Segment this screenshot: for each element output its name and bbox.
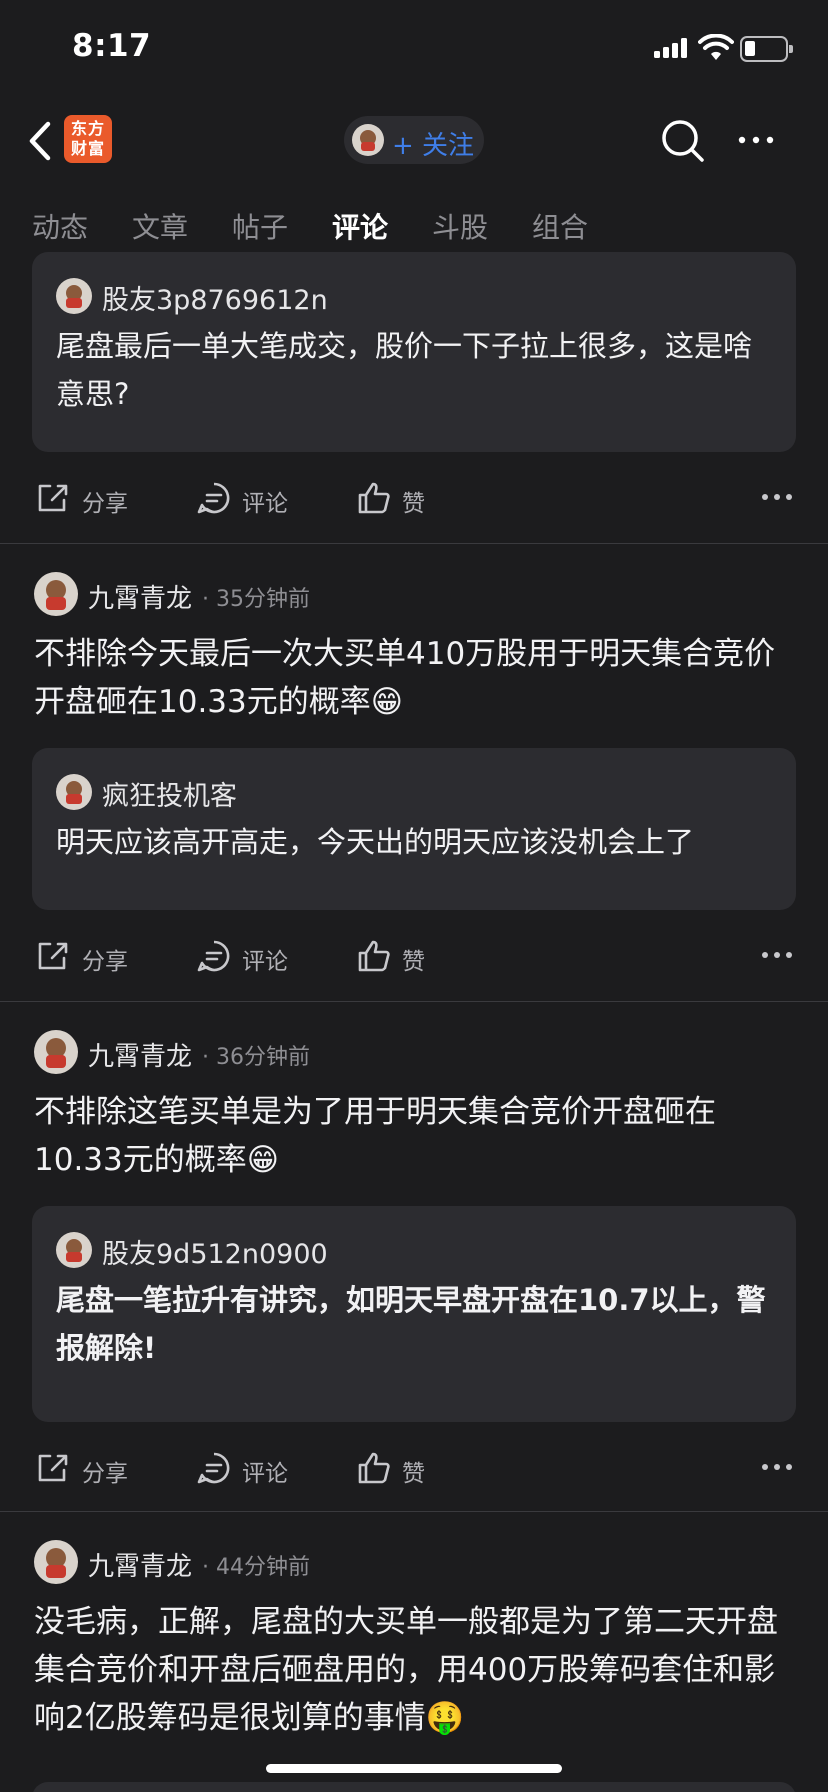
quoted-author-name[interactable]: 股友3p8769612n <box>102 278 328 317</box>
quoted-text: 明天应该高开高走，今天出的明天应该没机会上了 <box>56 825 695 859</box>
tab-pinglun[interactable]: 评论 <box>332 206 388 246</box>
back-chevron-icon[interactable] <box>24 120 58 162</box>
follow-label: + 关注 <box>392 131 475 161</box>
like-label: 赞 <box>402 949 425 975</box>
post-time-text: 35分钟前 <box>216 587 310 612</box>
comment-icon <box>197 482 230 514</box>
post-time-text: 36分钟前 <box>216 1045 310 1070</box>
quoted-text: 尾盘一笔拉升有讲究，如明天早盘开盘在10.7以上，警报解除! <box>56 1283 766 1365</box>
action-row: 分享 评论 赞 <box>0 476 828 520</box>
more-icon[interactable] <box>734 120 778 160</box>
comment-item: 九霄青龙 · 35分钟前 不排除今天最后一次大买单410万股用于明天集合竞价开盘… <box>0 544 828 1002</box>
battery-icon <box>740 36 793 62</box>
share-label: 分享 <box>82 1461 128 1487</box>
quoted-comment[interactable]: 疯狂投机客 明天应该高开高走，今天出的明天应该没机会上了 <box>32 748 796 910</box>
cellular-signal-icon <box>654 38 690 58</box>
tab-tiezi[interactable]: 帖子 <box>232 206 288 246</box>
author-row: 九霄青龙 · 36分钟前 <box>34 1030 634 1074</box>
app-logo: 东方 财富 <box>64 115 112 163</box>
author-name[interactable]: 九霄青龙 <box>88 578 192 615</box>
nav-bar: 东方 财富 + 关注 <box>0 100 828 184</box>
home-indicator[interactable] <box>266 1764 562 1773</box>
quoted-text: 尾盘最后一单大笔成交，股价一下子拉上很多，这是啥意思? <box>56 329 753 411</box>
logo-text-bottom: 财富 <box>70 139 105 158</box>
share-icon <box>38 484 68 512</box>
comment-label: 评论 <box>242 491 288 517</box>
comment-label: 评论 <box>242 949 288 975</box>
thumbs-up-icon <box>358 940 390 972</box>
status-time: 8:17 <box>72 28 152 64</box>
tab-dongtai[interactable]: 动态 <box>32 206 88 246</box>
share-icon <box>38 1454 68 1482</box>
more-options-icon[interactable] <box>760 1452 794 1482</box>
action-row: 分享 评论 赞 <box>0 934 828 978</box>
follow-button[interactable]: + 关注 <box>344 116 484 164</box>
comment-item: 九霄青龙 · 44分钟前 没毛病，正解，尾盘的大买单一般都是为了第二天开盘集合竞… <box>0 1512 828 1792</box>
like-label: 赞 <box>402 1461 425 1487</box>
tab-zuhe[interactable]: 组合 <box>532 206 588 246</box>
quoted-comment[interactable]: 股友9d512n0900 尾盘一笔拉升有讲究，如明天早盘开盘在10.7以上，警报… <box>32 1206 796 1422</box>
action-row: 分享 评论 赞 <box>0 1446 828 1490</box>
tab-wenzhang[interactable]: 文章 <box>132 206 188 246</box>
post-time: · 35分钟前 <box>202 587 310 612</box>
thumbs-up-icon <box>358 1452 390 1484</box>
wifi-icon <box>698 34 734 60</box>
quoted-comment[interactable]: 股友3p8769612n 尾盘最后一单大笔成交，股价一下子拉上很多，这是啥意思? <box>32 252 796 452</box>
post-time: · 44分钟前 <box>202 1555 310 1580</box>
comment-label: 评论 <box>242 1461 288 1487</box>
comment-item: 股友3p8769612n 尾盘最后一单大笔成交，股价一下子拉上很多，这是啥意思?… <box>0 252 828 544</box>
tab-dougu[interactable]: 斗股 <box>432 206 488 246</box>
comment-icon <box>197 1452 230 1484</box>
avatar <box>56 774 92 810</box>
comment-text: 不排除这笔买单是为了用于明天集合竞价开盘砸在10.33元的概率😁 <box>34 1094 716 1178</box>
comment-text: 没毛病，正解，尾盘的大买单一般都是为了第二天开盘集合竞价和开盘后砸盘用的，用40… <box>34 1604 778 1736</box>
share-label: 分享 <box>82 491 128 517</box>
search-icon[interactable] <box>660 118 706 164</box>
author-row: 九霄青龙 · 35分钟前 <box>34 572 634 616</box>
author-name[interactable]: 九霄青龙 <box>88 1036 192 1073</box>
avatar[interactable] <box>34 1030 78 1074</box>
more-options-icon[interactable] <box>760 482 794 512</box>
status-bar: 8:17 <box>0 0 828 100</box>
avatar <box>56 278 92 314</box>
post-time: · 36分钟前 <box>202 1045 310 1070</box>
more-options-icon[interactable] <box>760 940 794 970</box>
post-time-text: 44分钟前 <box>216 1555 310 1580</box>
quoted-author-name[interactable]: 股友9d512n0900 <box>102 1232 328 1271</box>
comment-text: 不排除今天最后一次大买单410万股用于明天集合竞价开盘砸在10.33元的概率😁 <box>34 636 776 720</box>
avatar <box>56 1232 92 1268</box>
logo-text-top: 东方 <box>70 119 105 138</box>
quoted-comment[interactable] <box>32 1782 796 1792</box>
comment-icon <box>197 940 230 972</box>
thumbs-up-icon <box>358 482 390 514</box>
like-label: 赞 <box>402 491 425 517</box>
comment-item: 九霄青龙 · 36分钟前 不排除这笔买单是为了用于明天集合竞价开盘砸在10.33… <box>0 1002 828 1512</box>
avatar[interactable] <box>34 572 78 616</box>
author-name[interactable]: 九霄青龙 <box>88 1546 192 1583</box>
share-label: 分享 <box>82 949 128 975</box>
quoted-author-name[interactable]: 疯狂投机客 <box>102 774 237 813</box>
author-row: 九霄青龙 · 44分钟前 <box>34 1540 634 1584</box>
avatar[interactable] <box>34 1540 78 1584</box>
follow-avatar <box>352 124 384 156</box>
share-icon <box>38 942 68 970</box>
